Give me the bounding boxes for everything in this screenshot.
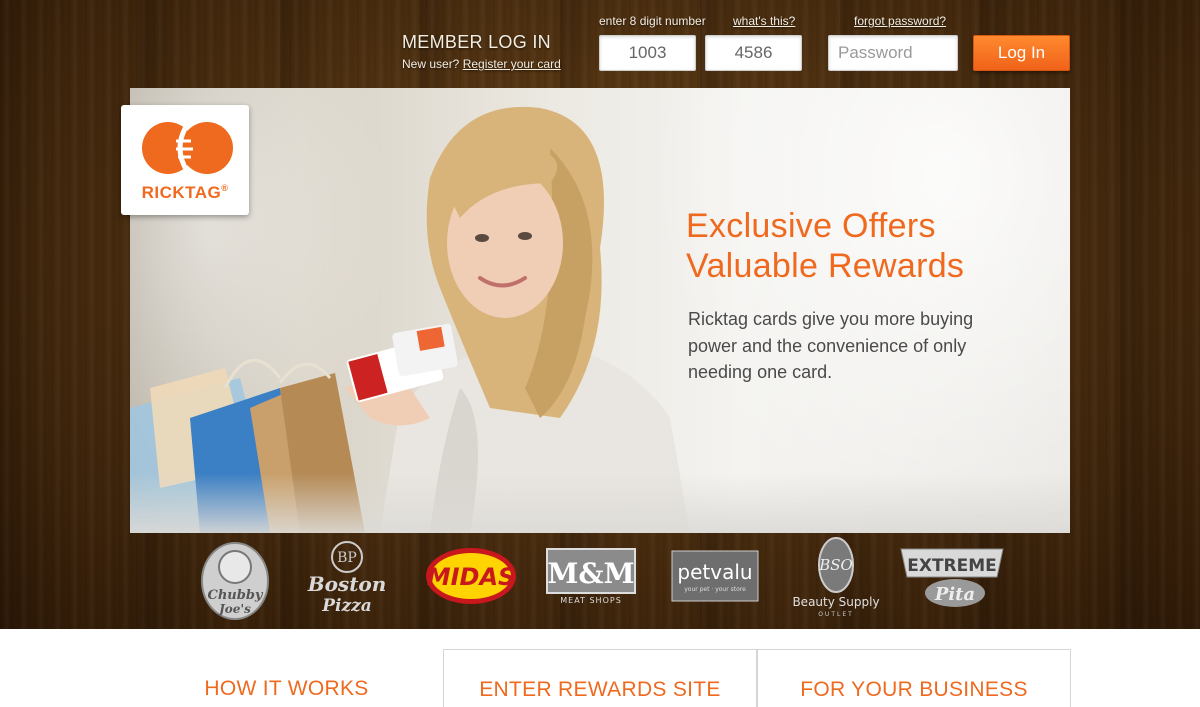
ricktag-logo[interactable]: RICKTAG® [121,105,249,215]
forgot-password-link[interactable]: forgot password? [854,14,946,28]
brand-chubby-joes-logo[interactable]: Chubby Joe's [195,537,275,621]
brand-midas-text: MIDAS [427,563,516,591]
hero-headline: Exclusive Offers Valuable Rewards [686,206,964,286]
nav-how-it-works[interactable]: HOW IT WORKS [130,649,443,707]
brand-chubby-line2: Joe's [217,602,251,616]
brand-boston-line1: Boston [307,572,387,596]
brand-mm-meat-shops-logo[interactable]: M&M MEAT SHOPS [545,547,641,605]
hero-floor-fade [130,473,1070,533]
headline-line-1: Exclusive Offers [686,207,936,245]
headline-line-2: Valuable Rewards [686,247,965,285]
partner-brands-strip: Chubby Joe's BP Boston Pizza MIDAS M&M M… [190,533,1020,629]
brand-extreme-line1: EXTREME [907,556,997,576]
brand-beauty-supply-outlet-logo[interactable]: BSO Beauty Supply OUTLET [790,535,882,621]
whats-this-link[interactable]: what's this? [733,14,795,28]
card-number-part1-input[interactable] [599,35,696,71]
brand-bso-line2: Beauty Supply [792,595,879,609]
brand-pet-valu-logo[interactable]: petvalu your pet · your store [670,549,760,603]
card-number-part2-input[interactable] [705,35,802,71]
member-login-title: MEMBER LOG IN [402,32,551,52]
brand-bso-line1: BSO [818,556,853,574]
new-user-label: New user? [402,57,460,71]
register-card-link[interactable]: Register your card [463,57,561,71]
password-input[interactable] [828,35,958,71]
logo-wordmark: RICKTAG [141,183,222,202]
login-button[interactable]: Log In [973,35,1070,71]
brand-boston-line2: Pizza [321,596,372,616]
brand-extreme-line2: Pita [934,584,975,605]
brand-midas-logo[interactable]: MIDAS [423,545,519,607]
brand-extreme-pita-logo[interactable]: EXTREME Pita [897,543,1007,611]
logo-trademark: ® [221,183,229,193]
hero-description: Ricktag cards give you more buying power… [688,309,974,382]
hero-banner: Exclusive Offers Valuable Rewards Rickta… [130,88,1070,533]
brand-mm-line1: M&M [547,557,634,590]
digit-number-label: enter 8 digit number [599,14,706,28]
brand-mm-line2: MEAT SHOPS [560,596,622,605]
new-user-text: New user? Register your card [402,57,561,71]
svg-text:BP: BP [337,550,357,566]
brand-chubby-line1: Chubby [208,588,264,603]
nav-for-your-business[interactable]: FOR YOUR BUSINESS [757,649,1071,707]
brand-boston-pizza-logo[interactable]: BP Boston Pizza [300,539,395,619]
ricktag-logo-icon [142,122,233,174]
bottom-navigation: HOW IT WORKS ENTER REWARDS SITE FOR YOUR… [0,629,1200,707]
ricktag-logo-text: RICKTAG® [121,183,249,203]
nav-enter-rewards-site[interactable]: ENTER REWARDS SITE [443,649,757,707]
brand-bso-line3: OUTLET [818,611,854,618]
brand-petvalu-line2: your pet · your store [684,586,746,593]
brand-petvalu-line1: petvalu [677,560,752,584]
